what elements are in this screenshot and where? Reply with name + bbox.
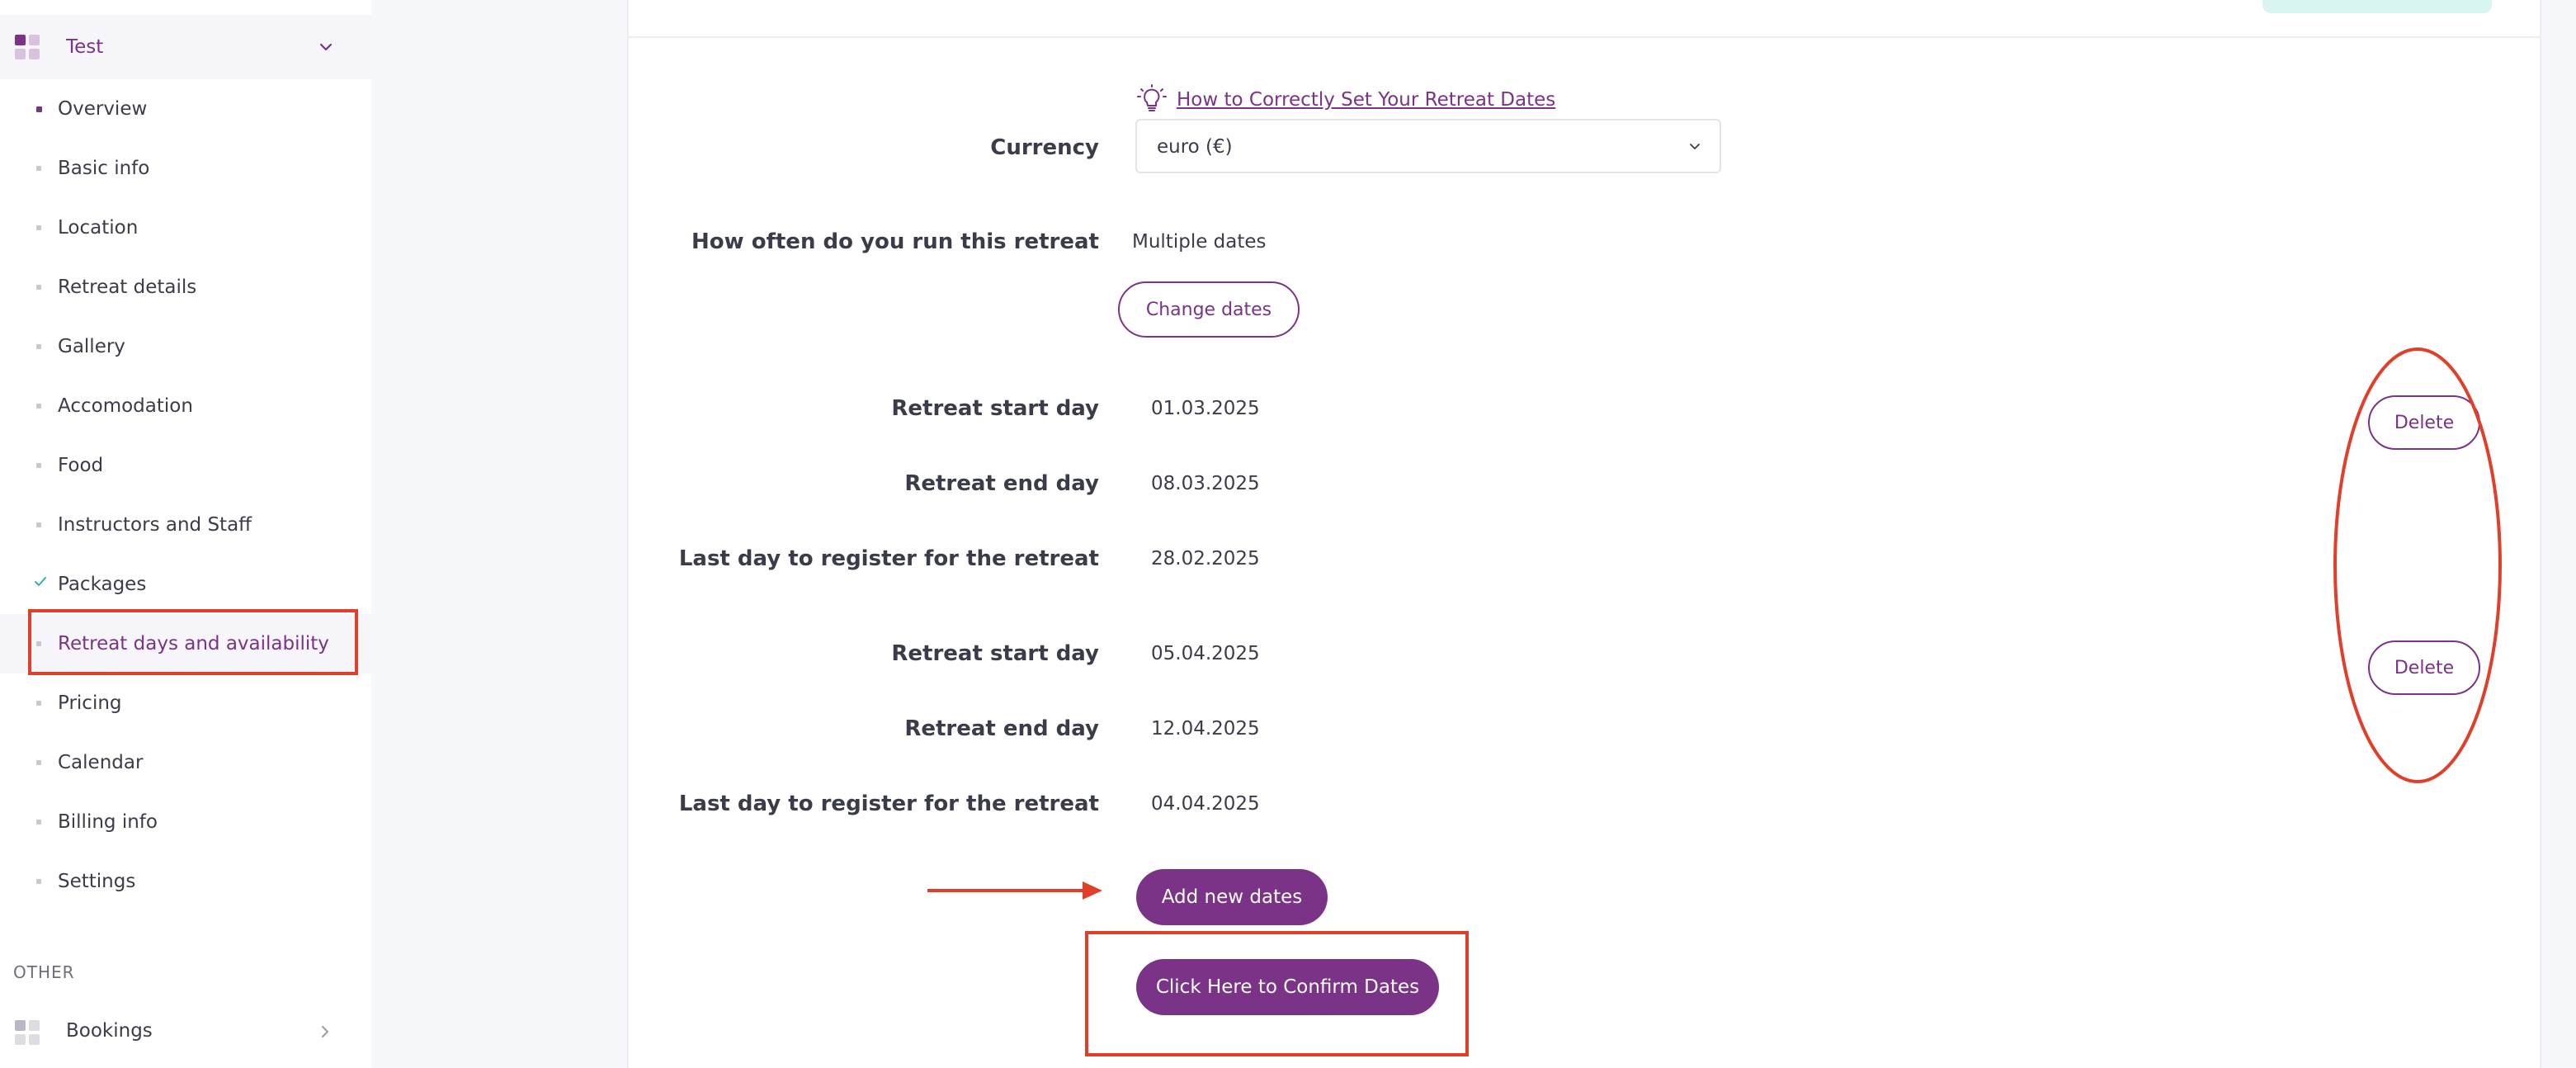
sidebar-group-test[interactable]: Test xyxy=(0,15,371,79)
sidebar-item-label: Retreat days and availability xyxy=(58,633,329,655)
sidebar-item-retreat-days[interactable]: Retreat days and availability xyxy=(0,614,371,673)
header-divider xyxy=(627,36,2541,38)
bullet-icon xyxy=(36,106,42,112)
currency-select[interactable]: euro (€) xyxy=(1135,119,1721,173)
sidebar-item-label: Billing info xyxy=(58,811,158,833)
sidebar-item-label: Food xyxy=(58,455,104,476)
grid-icon xyxy=(15,1020,40,1045)
bullet-icon xyxy=(36,879,41,884)
save-button[interactable] xyxy=(2262,0,2492,13)
currency-label: Currency xyxy=(990,135,1099,160)
sidebar-item-retreat-details[interactable]: Retreat details xyxy=(0,258,371,317)
sidebar-item-label: Packages xyxy=(58,574,147,595)
bullet-icon xyxy=(36,463,41,468)
check-icon xyxy=(35,577,46,586)
sidebar-item-label: Settings xyxy=(58,871,136,892)
sidebar-item-label: Accomodation xyxy=(58,395,193,417)
sidebar-item-label: Retreat details xyxy=(58,276,197,298)
sidebar-item-label: Basic info xyxy=(58,158,150,179)
grid-icon xyxy=(15,35,40,59)
sidebar-item-overview[interactable]: Overview xyxy=(0,79,371,139)
sidebar-item-label: Overview xyxy=(58,98,148,120)
sidebar-item-accomodation[interactable]: Accomodation xyxy=(0,376,371,436)
sidebar-item-label: Bookings xyxy=(66,1020,153,1042)
sidebar-item-label: Gallery xyxy=(58,336,125,357)
date-set-2-end-value: 12.04.2025 xyxy=(1151,718,1260,740)
frequency-label: How often do you run this retreat xyxy=(691,229,1099,254)
bullet-icon xyxy=(36,701,41,706)
bullet-icon xyxy=(36,285,41,290)
date-set-2-start-label: Retreat start day xyxy=(891,641,1099,666)
sidebar-item-location[interactable]: Location xyxy=(0,198,371,258)
bullet-icon xyxy=(36,820,41,825)
date-set-1-start-label: Retreat start day xyxy=(891,396,1099,421)
bullet-icon xyxy=(36,760,41,765)
confirm-dates-button[interactable]: Click Here to Confirm Dates xyxy=(1136,959,1439,1015)
sidebar-item-label: Location xyxy=(58,217,139,239)
sidebar-item-bookings[interactable]: Bookings xyxy=(0,1005,371,1060)
chevron-right-icon xyxy=(322,1026,328,1037)
sidebar-item-food[interactable]: Food xyxy=(0,436,371,495)
date-set-1-register-label: Last day to register for the retreat xyxy=(678,546,1099,571)
sidebar-item-settings[interactable]: Settings xyxy=(0,852,371,911)
date-set-1-start-value: 01.03.2025 xyxy=(1151,398,1260,419)
sidebar-item-billing-info[interactable]: Billing info xyxy=(0,792,371,852)
add-new-dates-button[interactable]: Add new dates xyxy=(1136,869,1328,925)
bullet-icon xyxy=(36,344,41,349)
sidebar-group-label: Test xyxy=(66,36,104,58)
help-link[interactable]: How to Correctly Set Your Retreat Dates xyxy=(1137,84,1555,116)
sidebar-section-other: OTHER xyxy=(13,962,75,982)
sidebar-item-calendar[interactable]: Calendar xyxy=(0,733,371,792)
date-set-2-start-value: 05.04.2025 xyxy=(1151,643,1260,664)
delete-date-set-1-button[interactable]: Delete xyxy=(2368,395,2480,450)
bullet-icon xyxy=(36,225,41,230)
date-set-2-register-value: 04.04.2025 xyxy=(1151,793,1260,815)
frequency-value: Multiple dates xyxy=(1132,231,1267,253)
chevron-down-icon xyxy=(319,43,333,51)
sidebar-item-gallery[interactable]: Gallery xyxy=(0,317,371,376)
sidebar-item-basic-info[interactable]: Basic info xyxy=(0,139,371,198)
date-set-1-end-label: Retreat end day xyxy=(904,471,1099,496)
sidebar-item-label: Pricing xyxy=(58,692,122,714)
page-background xyxy=(371,0,627,1068)
date-set-1-register-value: 28.02.2025 xyxy=(1151,548,1260,569)
currency-value: euro (€) xyxy=(1157,136,1233,158)
sidebar-item-label: Instructors and Staff xyxy=(58,514,252,536)
bullet-icon xyxy=(36,166,41,171)
sidebar-item-label: Calendar xyxy=(58,752,144,773)
date-set-2-end-label: Retreat end day xyxy=(904,716,1099,741)
sidebar-item-pricing[interactable]: Pricing xyxy=(0,673,371,733)
delete-date-set-2-button[interactable]: Delete xyxy=(2368,640,2480,695)
lightbulb-icon xyxy=(1137,84,1167,111)
sidebar: Test Overview Basic info Location Retrea… xyxy=(0,0,371,1068)
page-background-right xyxy=(2541,0,2576,1068)
change-dates-button[interactable]: Change dates xyxy=(1118,281,1300,338)
help-link-text[interactable]: How to Correctly Set Your Retreat Dates xyxy=(1177,89,1555,111)
chevron-down-icon xyxy=(1690,144,1700,149)
bullet-icon xyxy=(36,404,41,409)
bullet-icon xyxy=(36,522,41,527)
sidebar-item-instructors[interactable]: Instructors and Staff xyxy=(0,495,371,555)
sidebar-item-packages[interactable]: Packages xyxy=(0,555,371,614)
date-set-2-register-label: Last day to register for the retreat xyxy=(678,792,1099,816)
date-set-1-end-value: 08.03.2025 xyxy=(1151,473,1260,494)
bullet-icon xyxy=(36,641,41,646)
